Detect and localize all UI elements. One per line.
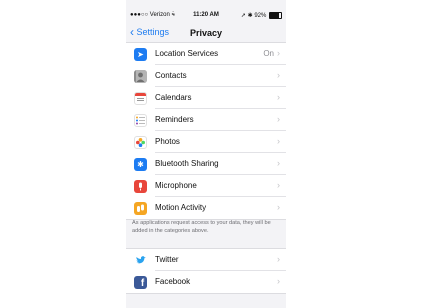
calendar-icon <box>134 92 147 105</box>
location-status-icon: ➚ <box>240 13 246 20</box>
chevron-right-icon: › <box>277 92 280 102</box>
twitter-bird-icon <box>134 254 147 267</box>
chevron-right-icon: › <box>277 114 280 124</box>
bluetooth-status-icon: ✱ <box>247 13 253 20</box>
row-label: Bluetooth Sharing <box>155 159 219 168</box>
row-motion-activity[interactable]: Motion Activity › <box>126 197 286 219</box>
chevron-right-icon: › <box>277 254 280 264</box>
row-location-services[interactable]: ➤ Location Services On › <box>126 43 286 65</box>
location-arrow-icon: ➤ <box>134 48 147 61</box>
contacts-icon <box>134 70 147 83</box>
chevron-right-icon: › <box>277 158 280 168</box>
chevron-right-icon: › <box>277 48 280 58</box>
navigation-bar: ‹ Settings Privacy <box>126 24 286 42</box>
row-label: Photos <box>155 137 180 146</box>
row-label: Facebook <box>155 277 191 286</box>
row-twitter[interactable]: Twitter › <box>126 249 286 271</box>
row-photos[interactable]: Photos › <box>126 131 286 153</box>
status-bar: ●●●○○ Verizon ⩯ 11:20 AM ➚ ✱ 92% <box>126 10 286 22</box>
privacy-settings-list: ➤ Location Services On › Contacts › Cale… <box>126 42 286 220</box>
battery-percent: 92% <box>254 13 267 20</box>
row-label: Contacts <box>155 71 187 80</box>
row-bluetooth-sharing[interactable]: ✱ Bluetooth Sharing › <box>126 153 286 175</box>
row-label: Motion Activity <box>155 203 207 212</box>
row-value: On <box>263 49 274 58</box>
row-label: Calendars <box>155 93 192 102</box>
photos-flower-icon <box>134 136 147 149</box>
motion-activity-icon <box>134 202 147 215</box>
row-label: Location Services <box>155 49 219 58</box>
row-microphone[interactable]: Microphone › <box>126 175 286 197</box>
section-footer-text: As applications request access to your d… <box>132 220 271 234</box>
chevron-right-icon: › <box>277 70 280 80</box>
facebook-icon: f <box>134 276 147 289</box>
row-label: Microphone <box>155 181 197 190</box>
page-title: Privacy <box>189 28 223 38</box>
row-facebook[interactable]: f Facebook › <box>126 271 286 293</box>
phone-screen: ●●●○○ Verizon ⩯ 11:20 AM ➚ ✱ 92% ‹ Setti… <box>126 0 286 308</box>
row-contacts[interactable]: Contacts › <box>126 65 286 87</box>
social-accounts-list: Twitter › f Facebook › <box>126 248 286 294</box>
chevron-right-icon: › <box>277 180 280 190</box>
row-label: Twitter <box>155 255 179 264</box>
chevron-right-icon: › <box>277 276 280 286</box>
row-calendars[interactable]: Calendars › <box>126 87 286 109</box>
row-label: Reminders <box>155 115 194 124</box>
chevron-right-icon: › <box>277 202 280 212</box>
microphone-icon <box>134 180 147 193</box>
bluetooth-icon: ✱ <box>134 158 147 171</box>
chevron-right-icon: › <box>277 136 280 146</box>
battery-icon <box>269 12 282 19</box>
status-right-group: ➚ ✱ 92% <box>241 12 282 19</box>
reminders-list-icon <box>134 114 147 127</box>
row-reminders[interactable]: Reminders › <box>126 109 286 131</box>
